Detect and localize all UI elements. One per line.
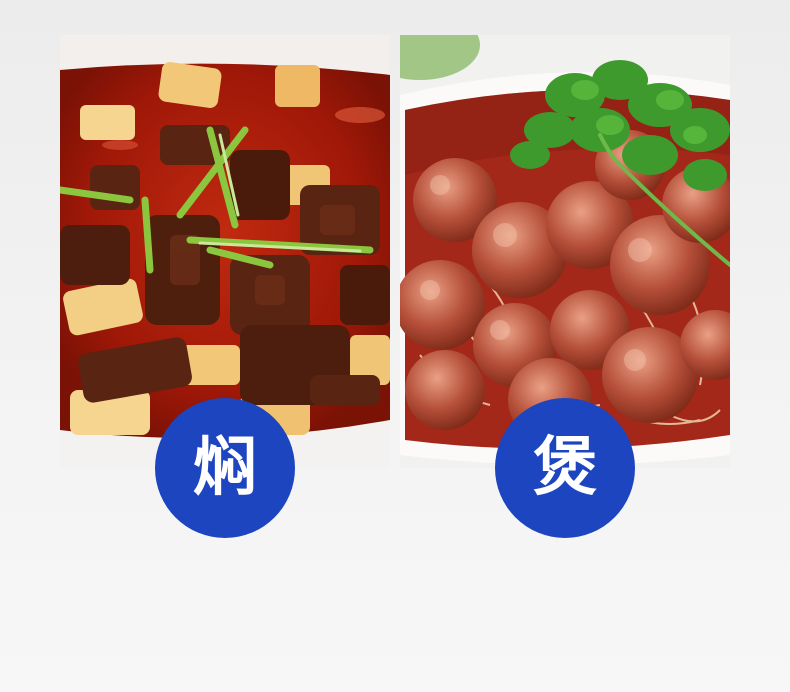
stew-pot-label: 煲 (533, 431, 597, 505)
stew-pot-badge: 煲 (495, 398, 635, 538)
braise-label: 焖 (193, 431, 257, 505)
braise-badge: 焖 (155, 398, 295, 538)
